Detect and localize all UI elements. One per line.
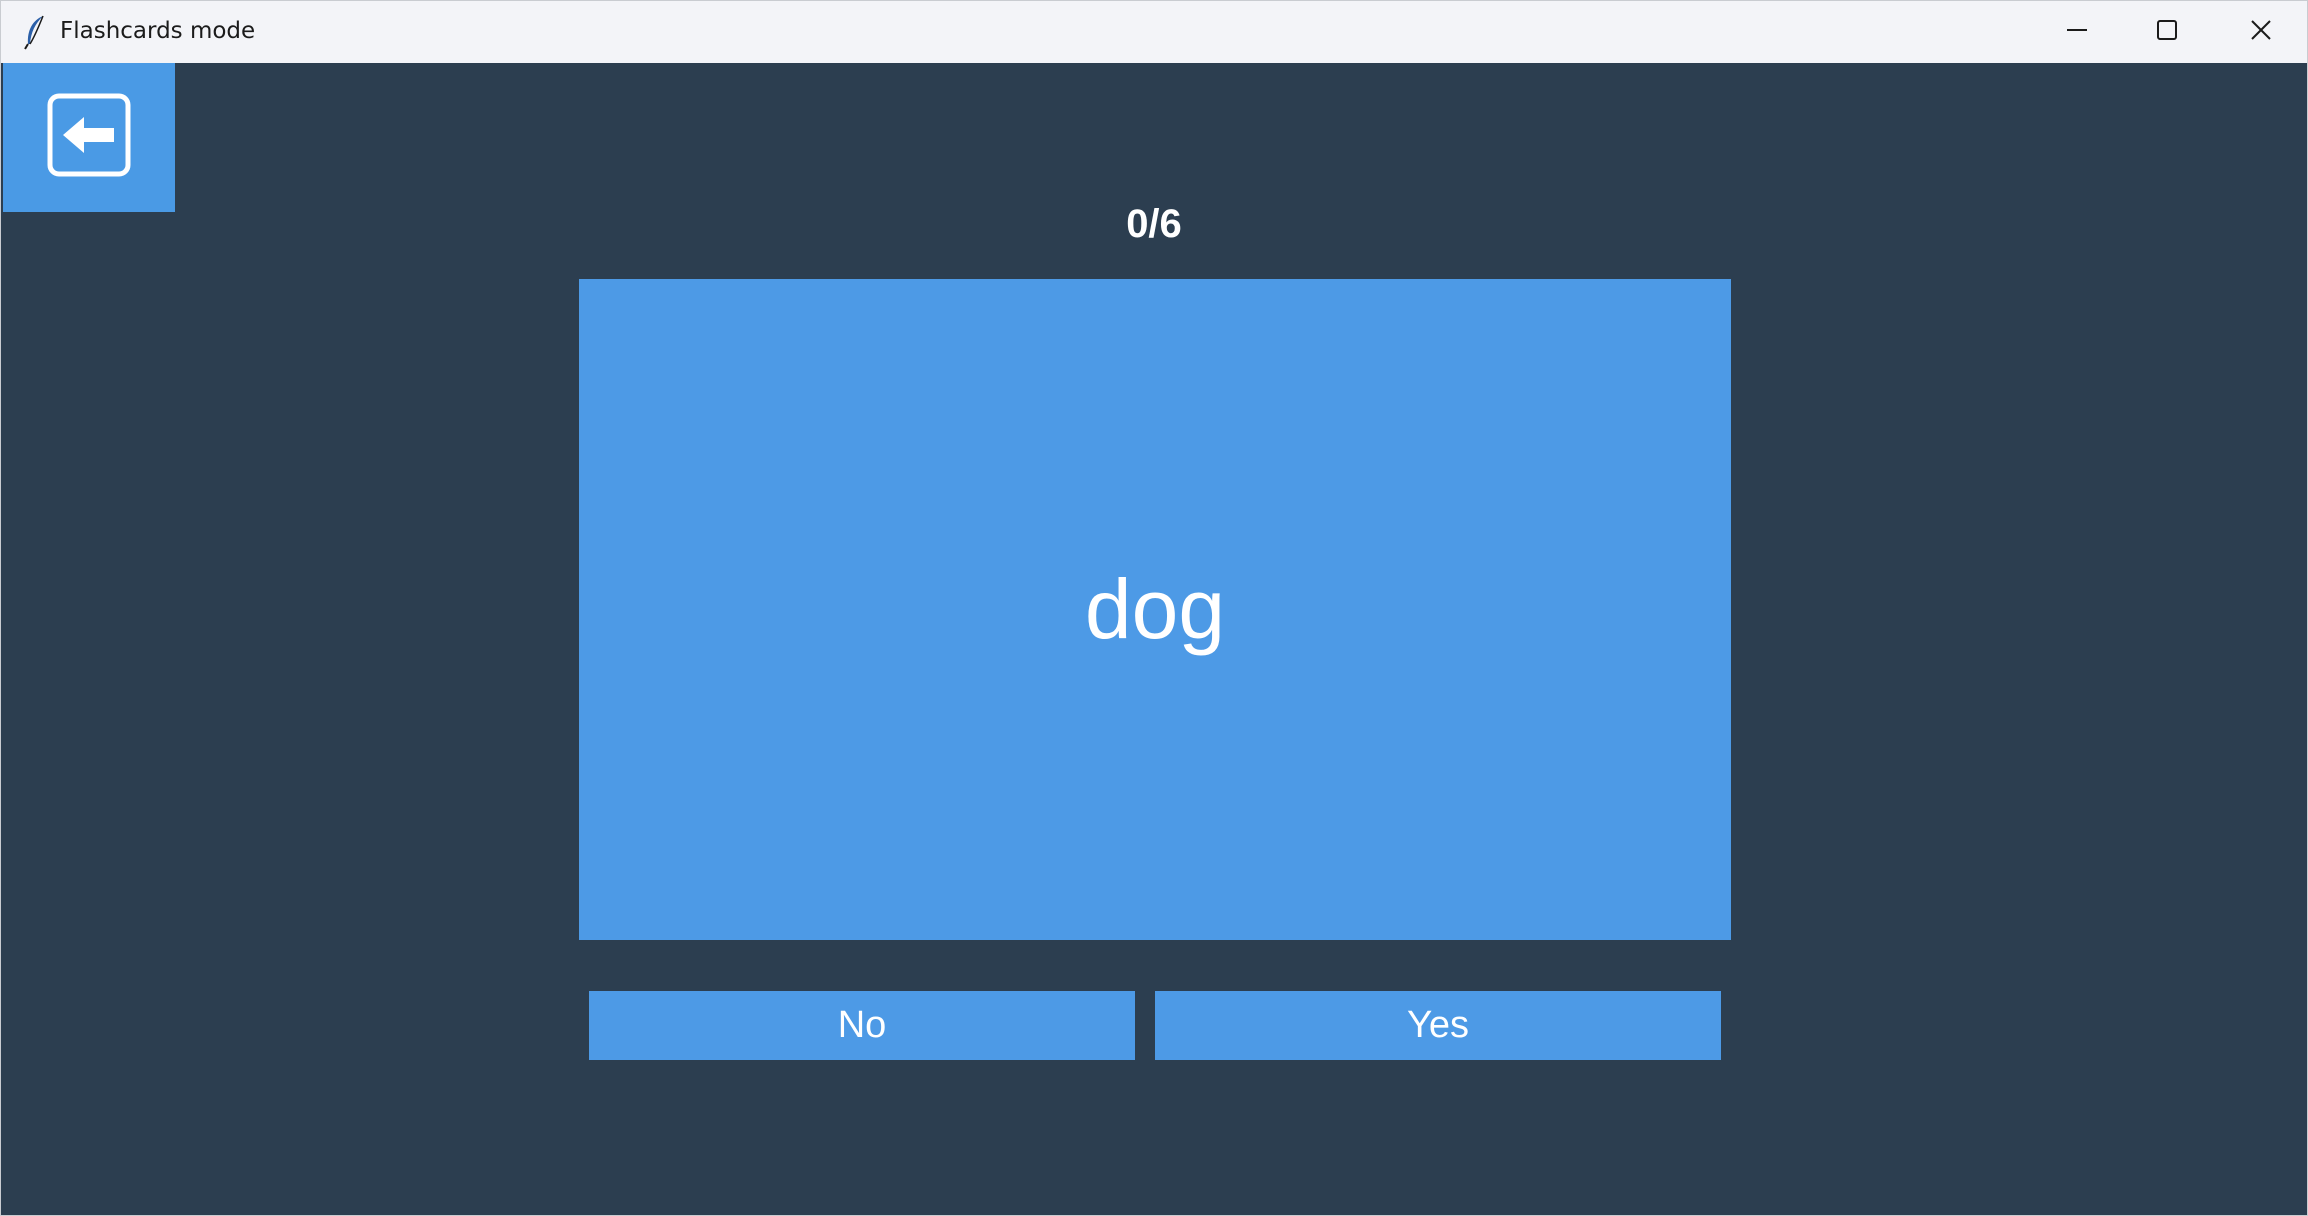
flashcard-word: dog	[1084, 562, 1226, 656]
back-arrow-icon	[46, 92, 132, 183]
close-button[interactable]	[2215, 1, 2307, 63]
close-icon	[2249, 18, 2273, 47]
maximize-button[interactable]	[2121, 1, 2213, 63]
app-window: Flashcards mode 0/6 dog No Yes	[0, 0, 2308, 1216]
feather-icon	[19, 14, 51, 50]
window-title: Flashcards mode	[60, 18, 256, 44]
back-button[interactable]	[3, 63, 175, 212]
maximize-icon	[2155, 18, 2179, 47]
minimize-button[interactable]	[2031, 1, 2123, 63]
minimize-icon	[2065, 18, 2089, 47]
flashcard[interactable]: dog	[579, 279, 1731, 940]
title-bar[interactable]: Flashcards mode	[1, 1, 2307, 64]
no-button[interactable]: No	[589, 991, 1135, 1060]
flashcards-view: 0/6 dog No Yes	[1, 63, 2307, 1215]
progress-counter: 0/6	[1126, 202, 1182, 246]
yes-button[interactable]: Yes	[1155, 991, 1721, 1060]
